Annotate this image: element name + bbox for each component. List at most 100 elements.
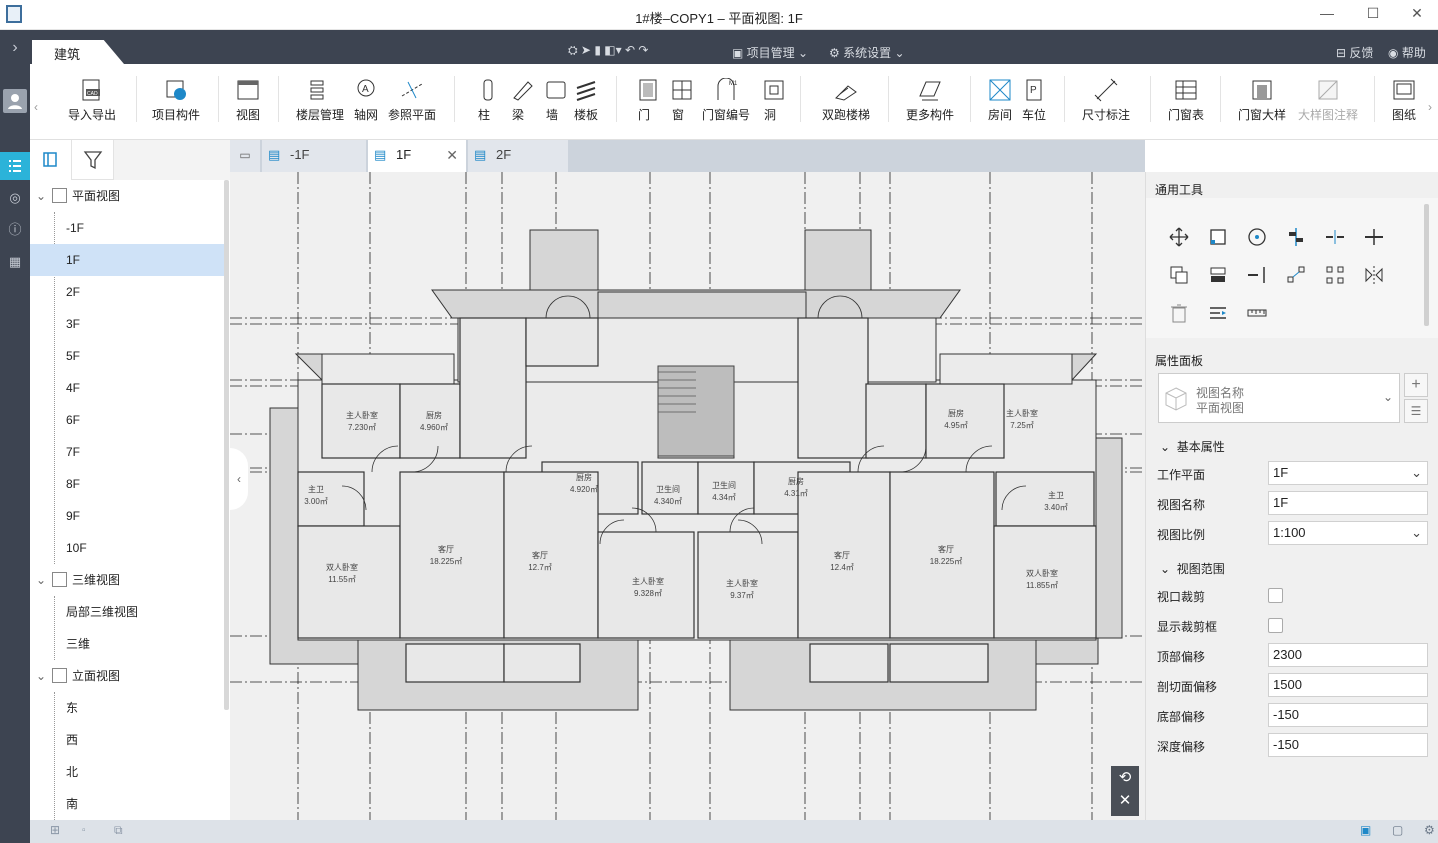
more-parts-button[interactable]: 更多构件 (904, 78, 956, 126)
tree-group-elevation[interactable]: ⌄ 立面视图 (30, 660, 224, 692)
edit-type-button[interactable]: ☰ (1404, 399, 1428, 423)
close-view-icon[interactable]: ✕ (1111, 790, 1139, 812)
type-selector[interactable]: 视图名称 平面视图 ⌄ (1158, 373, 1400, 423)
scroll-right-icon[interactable]: › (1428, 100, 1432, 114)
multi-view-icon[interactable]: ⧉ (114, 823, 123, 838)
tree-item-east[interactable]: 东 (30, 692, 224, 724)
tree-item-plan-view[interactable]: 10F (30, 532, 224, 564)
extend-icon[interactable] (1246, 264, 1268, 286)
tree-item-plan-view[interactable]: 6F (30, 404, 224, 436)
align-icon[interactable] (1285, 226, 1307, 248)
range-section[interactable]: ⌄ 视图范围 (1160, 560, 1225, 577)
question-icon[interactable]: ⓘ (3, 218, 27, 242)
tree-item-north[interactable]: 北 (30, 756, 224, 788)
double-stair-button[interactable]: 双跑楼梯 (820, 78, 872, 126)
crop-checkbox[interactable] (1268, 588, 1283, 603)
axis-net-button[interactable]: A 轴网 (352, 78, 380, 126)
door-window-no-button[interactable]: M1 门窗编号 (700, 78, 752, 126)
tree-group-3d[interactable]: ⌄ 三维视图 (30, 564, 224, 596)
filter-tab[interactable] (72, 140, 114, 180)
tree-item-local-3d[interactable]: 局部三维视图 (30, 596, 224, 628)
tab-minus-1f[interactable]: ▤ -1F (262, 140, 366, 172)
door-window-detail-button[interactable]: 门窗大样 (1236, 78, 1288, 126)
floor-mgmt-button[interactable]: 楼层管理 (294, 78, 346, 126)
top-offset-input[interactable]: 2300 (1268, 643, 1428, 667)
move-icon[interactable] (1168, 226, 1190, 248)
view-button[interactable]: 视图 (232, 78, 264, 126)
tree-group-plan[interactable]: ⌄ 平面视图 (30, 180, 224, 212)
measure-icon[interactable] (1246, 302, 1268, 324)
rotate-icon[interactable] (1246, 226, 1268, 248)
list-view-icon[interactable] (0, 152, 30, 180)
detail-annot-button[interactable]: 大样图注释 (1296, 78, 1360, 126)
tree-item-3d[interactable]: 三维 (30, 628, 224, 660)
column-button[interactable]: 柱 (476, 78, 493, 126)
compass-icon[interactable]: ◎ (3, 186, 27, 210)
tile-view-icon[interactable]: ⊞ (50, 823, 60, 837)
single-view-icon[interactable]: ▫ (82, 825, 86, 836)
drawing-button[interactable]: 图纸 (1390, 78, 1418, 126)
settings-icon[interactable]: ⚙ (1424, 823, 1435, 837)
wall-button[interactable]: 墙 (544, 78, 566, 126)
floor-plan-drawing[interactable]: 主人卧室 7.230㎡ 厨房 4.960㎡ 厨房 4.920㎡ 卫生间 4.34… (230, 172, 1145, 820)
bottom-offset-input[interactable]: -150 (1268, 703, 1428, 727)
tab-1f[interactable]: ▤ 1F ✕ (368, 140, 466, 172)
page-icon[interactable]: ▢ (1392, 823, 1403, 837)
room-button[interactable]: 房间 (986, 78, 1014, 126)
offset-icon[interactable] (1207, 264, 1229, 286)
crop-frame-checkbox[interactable] (1268, 618, 1283, 633)
trim-icon[interactable] (1324, 226, 1346, 248)
grid-apps-icon[interactable]: ▦ (3, 250, 27, 274)
view-name-input[interactable]: 1F (1268, 491, 1428, 515)
rotate-view-icon[interactable]: ⟲ (1111, 766, 1139, 790)
tools-scrollbar[interactable] (1424, 204, 1429, 326)
scroll-left-icon[interactable]: ‹ (34, 100, 38, 114)
basic-section[interactable]: ⌄ 基本属性 (1160, 438, 1225, 455)
tree-item-south[interactable]: 南 (30, 788, 224, 820)
close-tab-icon[interactable]: ✕ (446, 140, 458, 170)
collapse-icon[interactable]: ⌄ (36, 564, 46, 596)
duplicate-icon[interactable] (1168, 264, 1190, 286)
array-icon[interactable] (1285, 264, 1307, 286)
opening-button[interactable]: 洞 (762, 78, 784, 126)
ref-plane-button[interactable]: 参照平面 (386, 78, 438, 126)
tree-item-plan-view[interactable]: 4F (30, 372, 224, 404)
slab-button[interactable]: 楼板 (572, 78, 600, 126)
tree-item-plan-view[interactable]: 2F (30, 276, 224, 308)
project-parts-button[interactable]: 项目构件 (150, 78, 202, 126)
tree-item-plan-view[interactable]: 9F (30, 500, 224, 532)
system-menu[interactable]: ⚙ 系统设置 ⌄ (829, 44, 905, 61)
maximize-button[interactable]: ☐ (1352, 2, 1394, 26)
split-icon[interactable] (1363, 226, 1385, 248)
door-button[interactable]: 门 (636, 78, 657, 126)
grid-array-icon[interactable] (1324, 264, 1346, 286)
tree-item-west[interactable]: 西 (30, 724, 224, 756)
collapse-left-panel-icon[interactable]: ‹ (230, 448, 248, 510)
collapse-icon[interactable]: ⌄ (36, 660, 46, 692)
tree-item-plan-view[interactable]: 5F (30, 340, 224, 372)
help-button[interactable]: ◉ 帮助 (1388, 44, 1426, 61)
expand-rail-icon[interactable]: › (3, 36, 27, 60)
tree-item-plan-view[interactable]: 7F (30, 436, 224, 468)
door-window-table-button[interactable]: 门窗表 (1166, 78, 1206, 126)
tab-2f[interactable]: ▤ 2F (468, 140, 568, 172)
screen-icon[interactable]: ▣ (1360, 823, 1371, 837)
match-icon[interactable] (1207, 302, 1229, 324)
scale-select[interactable]: 1:100 ⌄ (1268, 521, 1428, 545)
tree-scrollbar[interactable] (224, 180, 229, 710)
import-export-button[interactable]: CAD 导入导出 (68, 78, 116, 126)
restore-views-icon[interactable]: ▭ (230, 140, 260, 172)
delete-icon[interactable] (1168, 302, 1190, 324)
close-window-button[interactable]: ✕ (1396, 2, 1438, 26)
user-avatar-icon[interactable] (3, 89, 27, 113)
window-button[interactable]: 窗 (670, 78, 692, 126)
depth-offset-input[interactable]: -150 (1268, 733, 1428, 757)
project-browser-tab[interactable] (30, 140, 72, 180)
copy-icon[interactable] (1207, 226, 1229, 248)
parking-button[interactable]: P 车位 (1020, 78, 1048, 126)
tree-item-plan-view[interactable]: 8F (30, 468, 224, 500)
minimize-button[interactable]: — (1306, 2, 1348, 26)
collapse-icon[interactable]: ⌄ (36, 180, 46, 212)
mirror-icon[interactable] (1363, 264, 1385, 286)
beam-button[interactable]: 梁 (510, 78, 533, 126)
